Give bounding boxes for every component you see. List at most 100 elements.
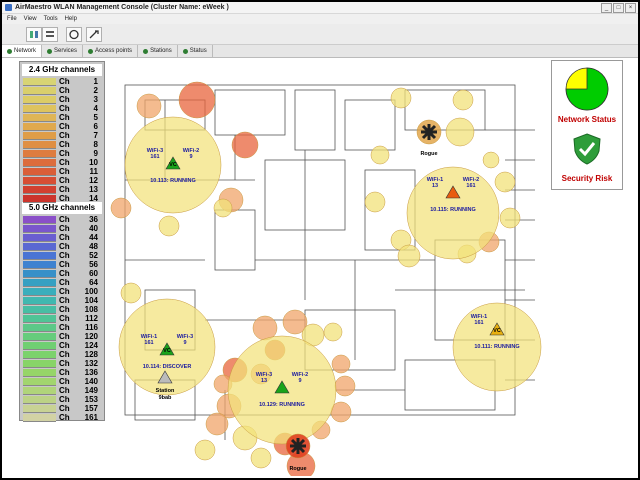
cluster-coverage[interactable]	[406, 166, 500, 260]
channel-24-number: 5	[93, 113, 98, 122]
channel-24-prefix: Ch	[59, 194, 70, 203]
tools-button[interactable]	[86, 27, 102, 42]
wifi-radio-channel: 9	[298, 378, 301, 384]
ap-coverage-blob[interactable]	[397, 244, 421, 268]
channel-50-number: 132	[84, 359, 98, 368]
channel-24-row: Ch 6	[23, 123, 101, 131]
station-id: 9bab	[159, 395, 172, 401]
tab-network[interactable]: Network	[2, 45, 43, 57]
tab-stations-label: Stations	[150, 48, 172, 54]
ap-coverage-blob[interactable]	[110, 197, 132, 219]
ap-coverage-blob[interactable]	[331, 354, 351, 374]
cluster-status: 10.129: RUNNING	[259, 402, 305, 408]
cluster-role: VC	[169, 162, 177, 168]
tab-access-points[interactable]: Access points	[83, 45, 139, 57]
ap-coverage-blob[interactable]	[323, 322, 343, 342]
tab-stations[interactable]: Stations	[138, 45, 178, 57]
ap-coverage-blob[interactable]	[452, 89, 474, 111]
menu-view[interactable]: View	[24, 14, 37, 24]
channel-24-number: 1	[93, 77, 98, 86]
channel-50-number: 161	[84, 413, 98, 422]
channel-24-prefix: Ch	[59, 167, 70, 176]
tab-status[interactable]: Status	[178, 45, 213, 57]
grid-view-button[interactable]	[26, 27, 42, 42]
channel-24-number: 7	[93, 131, 98, 140]
channel-50-number: 153	[84, 395, 98, 404]
channel-50-swatch	[23, 261, 56, 269]
access-points-tab-icon	[88, 48, 94, 54]
wifi-radio-channel: 9	[183, 340, 186, 346]
channel-50-row: Ch 48	[23, 243, 101, 251]
wifi-radio-channel: 161	[474, 320, 483, 326]
channel-24-row: Ch 11	[23, 168, 101, 176]
ap-coverage-blob[interactable]	[120, 282, 142, 304]
ap-coverage-blob[interactable]	[494, 171, 516, 193]
channel-24-prefix: Ch	[59, 158, 70, 167]
menu-help[interactable]: Help	[65, 14, 77, 24]
channel-24-number: 8	[93, 140, 98, 149]
cluster-status: 10.115: RUNNING	[430, 207, 476, 213]
channel-50-number: 40	[89, 224, 98, 233]
channel-24-prefix: Ch	[59, 149, 70, 158]
channel-24-row: Ch 8	[23, 141, 101, 149]
ap-coverage-blob[interactable]	[178, 81, 216, 119]
floor-plan-map[interactable]: 10.113: RUNNINGVCWiFi-3161WiFi-2910.115:…	[105, 60, 545, 476]
channel-legend: 2.4 GHz channels 5.0 GHz channels Ch 1 Ch 2…	[19, 61, 105, 422]
channel-50-number: 100	[84, 287, 98, 296]
ap-coverage-blob[interactable]	[136, 93, 162, 119]
cluster-status: 10.111: RUNNING	[474, 344, 519, 350]
ap-coverage-blob[interactable]	[213, 198, 233, 218]
channel-50-number: 104	[84, 296, 98, 305]
channel-50-row: Ch 112	[23, 315, 101, 323]
cluster-role: VC	[163, 348, 171, 354]
channel-24-number: 2	[93, 86, 98, 95]
channel-50-prefix: Ch	[59, 377, 70, 386]
ap-coverage-blob[interactable]	[250, 447, 272, 469]
ap-coverage-blob[interactable]	[194, 439, 216, 461]
coverage-layer: 10.113: RUNNINGVCWiFi-3161WiFi-2910.115:…	[110, 81, 542, 476]
channel-50-row: Ch 60	[23, 270, 101, 278]
ap-coverage-blob[interactable]	[252, 315, 278, 341]
ap-coverage-blob[interactable]	[205, 412, 229, 436]
channel-50-row: Ch 128	[23, 351, 101, 359]
channel-50-number: 116	[85, 323, 98, 332]
channel-24-prefix: Ch	[59, 176, 70, 185]
channel-50-prefix: Ch	[59, 242, 70, 251]
wifi-radio-channel: 161	[150, 154, 159, 160]
channel-50-number: 60	[89, 269, 98, 278]
refresh-icon	[69, 29, 79, 40]
channel-50-row: Ch 161	[23, 414, 101, 422]
channel-24-row: Ch 13	[23, 186, 101, 194]
ap-coverage-blob[interactable]	[445, 117, 475, 147]
channel-24-row: Ch 9	[23, 150, 101, 158]
ap-coverage-blob[interactable]	[390, 87, 412, 109]
ap-coverage-blob[interactable]	[334, 375, 356, 397]
rogue-label: Rogue	[420, 151, 437, 157]
menu-file[interactable]: File	[7, 14, 17, 24]
list-view-button[interactable]	[42, 27, 58, 42]
close-button[interactable]: ×	[625, 3, 636, 13]
channel-50-swatch	[23, 387, 56, 395]
cluster-status: 10.113: RUNNING	[150, 178, 196, 184]
channel-50-row: Ch 136	[23, 369, 101, 377]
channel-50-swatch	[23, 270, 56, 278]
ap-coverage-blob[interactable]	[158, 215, 180, 237]
maximize-button[interactable]: □	[613, 3, 624, 13]
ap-coverage-blob[interactable]	[364, 191, 386, 213]
status-tab-icon	[182, 48, 188, 54]
refresh-button[interactable]	[66, 27, 82, 42]
channel-24-number: 3	[93, 95, 98, 104]
wifi-radio-channel: 13	[261, 378, 267, 384]
tab-services[interactable]: Services	[42, 45, 84, 57]
menu-tools[interactable]: Tools	[44, 14, 58, 24]
minimize-button[interactable]: _	[601, 3, 612, 13]
ap-coverage-blob[interactable]	[499, 207, 521, 229]
ap-coverage-blob[interactable]	[482, 151, 500, 169]
ap-coverage-blob[interactable]	[231, 131, 259, 159]
status-panel: Network Status Security Risk	[551, 60, 623, 190]
ap-coverage-blob[interactable]	[370, 145, 390, 165]
rogue-device-icon[interactable]	[290, 438, 306, 454]
rogue-device-icon[interactable]	[421, 124, 437, 140]
rogue-label: Rogue	[289, 466, 306, 472]
channel-50-row: Ch 116	[23, 324, 101, 332]
